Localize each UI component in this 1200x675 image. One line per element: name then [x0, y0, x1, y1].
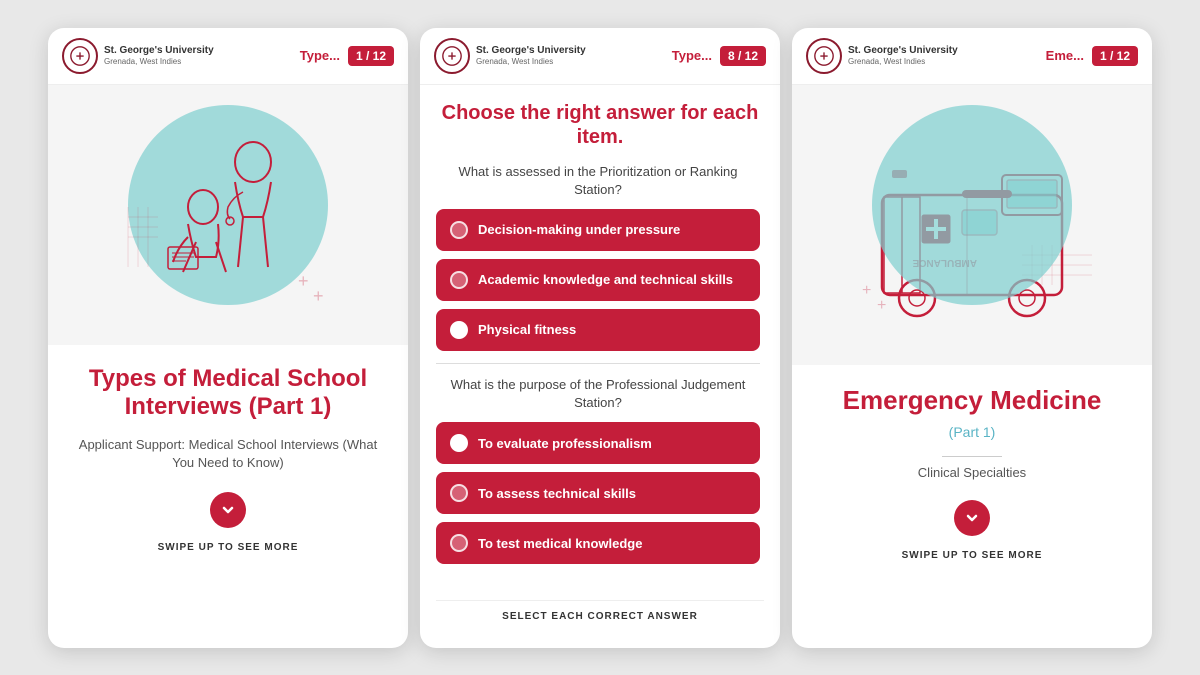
answer-q1-a1[interactable]: Decision-making under pressure	[436, 209, 760, 251]
radio-q2-a1	[450, 434, 468, 452]
logo-area: St. George's University Grenada, West In…	[62, 38, 292, 74]
card3-header: St. George's University Grenada, West In…	[792, 28, 1152, 85]
university-sub: Grenada, West Indies	[104, 57, 214, 66]
logo-circle-3	[806, 38, 842, 74]
chevron-down-button[interactable]	[210, 492, 246, 528]
chevron-down-button-3[interactable]	[954, 500, 990, 536]
card3-divider	[942, 456, 1002, 457]
svg-text:+: +	[877, 297, 886, 314]
svg-text:+: +	[862, 282, 871, 299]
card-quiz: St. George's University Grenada, West In…	[420, 28, 780, 648]
svg-text:+: +	[298, 271, 309, 291]
swipe-text: SWIPE UP TO SEE MORE	[158, 542, 299, 553]
card3-illustration: + +	[792, 85, 1152, 365]
university-name-3: St. George's University	[848, 45, 958, 57]
logo-area-2: St. George's University Grenada, West In…	[434, 38, 664, 74]
answer-q2-a2[interactable]: To assess technical skills	[436, 472, 760, 514]
type-label-2: Type...	[672, 48, 712, 63]
quiz-scroll-area[interactable]: What is assessed in the Prioritization o…	[436, 163, 764, 600]
type-label-3: Eme...	[1046, 48, 1084, 63]
card-emergency: St. George's University Grenada, West In…	[792, 28, 1152, 648]
university-sub-2: Grenada, West Indies	[476, 57, 586, 66]
question-separator	[436, 363, 760, 364]
radio-q2-a3	[450, 534, 468, 552]
logo-area-3: St. George's University Grenada, West In…	[806, 38, 1038, 74]
radio-q1-a1	[450, 221, 468, 239]
card1-subtitle: Applicant Support: Medical School Interv…	[72, 436, 384, 472]
card1-illustration: + +	[48, 85, 408, 345]
card1-content: Types of Medical School Interviews (Part…	[48, 345, 408, 648]
answer-q2-a3[interactable]: To test medical knowledge	[436, 522, 760, 564]
card1-title: Types of Medical School Interviews (Part…	[72, 365, 384, 423]
radio-q1-a2	[450, 271, 468, 289]
card2-content: Choose the right answer for each item. W…	[420, 85, 780, 648]
university-sub-3: Grenada, West Indies	[848, 57, 958, 66]
answer-q1-a2[interactable]: Academic knowledge and technical skills	[436, 259, 760, 301]
card1-header: St. George's University Grenada, West In…	[48, 28, 408, 85]
type-label: Type...	[300, 48, 340, 63]
question-2-text: What is the purpose of the Professional …	[436, 376, 760, 412]
answer-q2-a1[interactable]: To evaluate professionalism	[436, 422, 760, 464]
swipe-text-3: SWIPE UP TO SEE MORE	[902, 550, 1043, 561]
svg-text:+: +	[313, 286, 324, 306]
card-interviews: St. George's University Grenada, West In…	[48, 28, 408, 648]
page-badge-3: 1 / 12	[1092, 46, 1138, 66]
page-badge-2: 8 / 12	[720, 46, 766, 66]
select-text: SELECT EACH CORRECT ANSWER	[436, 600, 764, 632]
card2-header: St. George's University Grenada, West In…	[420, 28, 780, 85]
radio-q2-a2	[450, 484, 468, 502]
card3-title: Emergency Medicine	[843, 385, 1102, 416]
logo-circle-2	[434, 38, 470, 74]
page-badge: 1 / 12	[348, 46, 394, 66]
university-name-2: St. George's University	[476, 45, 586, 57]
doctor-svg: + +	[98, 107, 358, 322]
question-1-text: What is assessed in the Prioritization o…	[436, 163, 760, 199]
logo-circle	[62, 38, 98, 74]
radio-q1-a3	[450, 321, 468, 339]
answer-q1-a3[interactable]: Physical fitness	[436, 309, 760, 351]
card3-category: Clinical Specialties	[918, 465, 1026, 480]
card3-content: Emergency Medicine (Part 1) Clinical Spe…	[792, 365, 1152, 648]
bg-circle-3	[872, 105, 1072, 305]
card3-part: (Part 1)	[949, 424, 996, 440]
quiz-title: Choose the right answer for each item.	[436, 101, 764, 149]
university-name: St. George's University	[104, 45, 214, 57]
